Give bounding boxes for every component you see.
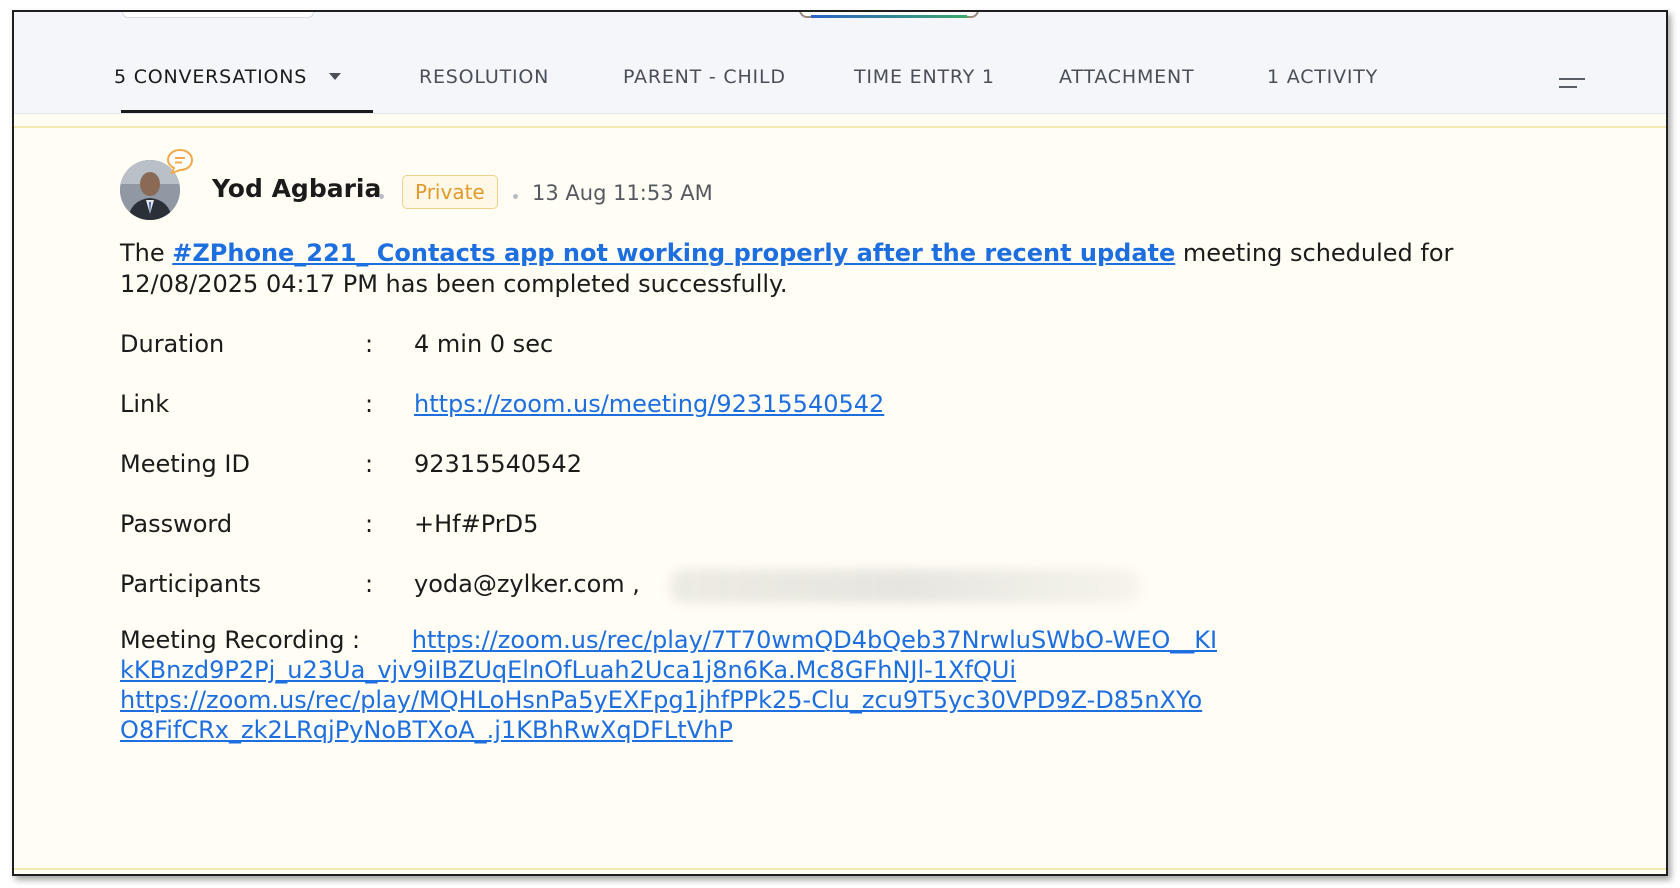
tab-parent-child[interactable]: PARENT - CHILD	[623, 66, 786, 88]
ticket-link[interactable]: #ZPhone_221_ Contacts app not working pr…	[172, 239, 1175, 267]
menu-icon[interactable]	[1559, 78, 1587, 94]
meeting-id-value: 92315540542	[414, 450, 582, 478]
meeting-recording: Meeting Recording : https://zoom.us/rec/…	[120, 625, 1220, 745]
duration-colon: :	[365, 330, 374, 358]
tab-conversations[interactable]: 5 CONVERSATIONS	[114, 66, 342, 88]
tab-activity[interactable]: 1 ACTIVITY	[1267, 66, 1378, 88]
tab-conversations-label: 5 CONVERSATIONS	[114, 66, 308, 88]
duration-value: 4 min 0 sec	[414, 330, 554, 358]
password-colon: :	[365, 510, 374, 538]
participants-value: yoda@zylker.com ,	[414, 570, 640, 598]
message-timestamp: 13 Aug 11:53 AM	[532, 181, 713, 205]
participants-label: Participants	[120, 570, 261, 598]
link-colon: :	[365, 390, 374, 418]
top-field-stub	[122, 12, 314, 18]
comment-bubble-icon	[166, 148, 194, 175]
meeting-id-label: Meeting ID	[120, 450, 250, 478]
tab-bar: 5 CONVERSATIONS RESOLUTION PARENT - CHIL…	[14, 12, 1666, 114]
author-name[interactable]: Yod Agbaria	[212, 174, 381, 203]
recording-label: Meeting Recording :	[120, 626, 361, 654]
password-value: +Hf#PrD5	[414, 510, 539, 538]
bottom-divider	[14, 868, 1666, 870]
top-control-stub	[799, 12, 979, 18]
participants-colon: :	[365, 570, 374, 598]
link-label: Link	[120, 390, 170, 418]
message-intro: The #ZPhone_221_ Contacts app not workin…	[120, 238, 1540, 300]
meeting-link[interactable]: https://zoom.us/meeting/92315540542	[414, 390, 884, 418]
private-badge: Private	[402, 175, 498, 209]
password-label: Password	[120, 510, 233, 538]
intro-prefix: The	[120, 239, 173, 267]
chevron-down-icon[interactable]	[329, 73, 342, 80]
recording-link-2[interactable]: https://zoom.us/rec/play/MQHLoHsnPa5yEXF…	[120, 686, 1202, 744]
tab-attachment[interactable]: ATTACHMENT	[1059, 66, 1194, 88]
active-tab-indicator	[121, 110, 373, 113]
content-divider	[14, 126, 1666, 128]
separator-dot	[513, 194, 518, 199]
separator-dot	[379, 194, 384, 199]
duration-label: Duration	[120, 330, 225, 358]
tab-time-entry[interactable]: TIME ENTRY 1	[854, 66, 995, 88]
redacted-participants	[670, 569, 1140, 603]
ticket-conversation-panel: 5 CONVERSATIONS RESOLUTION PARENT - CHIL…	[12, 10, 1668, 876]
tab-resolution[interactable]: RESOLUTION	[419, 66, 549, 88]
meeting-id-colon: :	[365, 450, 374, 478]
